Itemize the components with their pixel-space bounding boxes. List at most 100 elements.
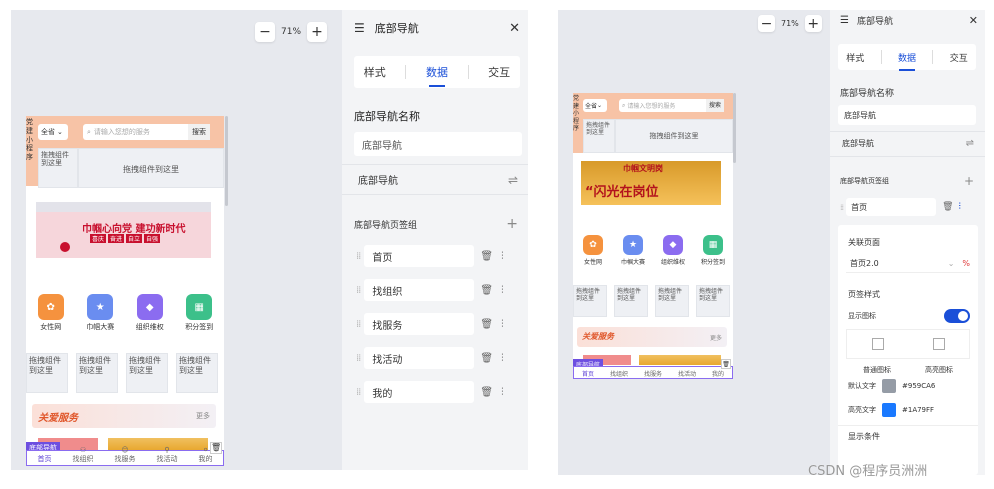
search-icon: ⌕ — [622, 101, 626, 109]
tab-item-input[interactable]: 找活动 — [364, 347, 475, 369]
tab-data[interactable]: 数据 — [426, 64, 448, 80]
tab-item-value: 找活动 — [372, 354, 403, 366]
drop-zone-cell[interactable]: 拖拽组件到这里 — [655, 285, 689, 317]
trash-icon[interactable]: 🗑 — [480, 353, 493, 364]
drop-zone-cell[interactable]: 拖拽组件到这里 — [573, 285, 607, 317]
tab-style[interactable]: 样式 — [364, 64, 386, 80]
icon-item[interactable]: ★ 巾帼大赛 — [78, 294, 123, 340]
nav-home[interactable]: 首页 — [582, 369, 594, 378]
drag-handle-icon[interactable]: ⁞⁞ — [356, 387, 361, 398]
drop-zone-right[interactable]: 拖拽组件到这里 — [78, 148, 224, 188]
drag-handle-icon[interactable]: ⁞⁞ — [356, 285, 361, 296]
icon-item[interactable]: ★ 巾帼大赛 — [614, 235, 652, 271]
nav-service[interactable]: 找服务 — [644, 369, 662, 378]
icon-item[interactable]: ◆ 组织维权 — [654, 235, 692, 271]
link-select[interactable]: 首页2.0 ⌄ % — [846, 255, 970, 273]
drop-zone-left[interactable]: 拖拽组件到这里 — [583, 119, 615, 153]
drop-zone-cell[interactable]: 拖拽组件到这里 — [696, 285, 730, 317]
drag-handle-icon[interactable]: ⁞⁞ — [356, 353, 361, 364]
swap-icon[interactable]: ⇌ — [966, 138, 974, 149]
service-title: 关爱服务 — [582, 332, 614, 341]
bottom-nav[interactable]: 首页 找组织 找服务 找活动 我的 — [573, 366, 733, 379]
percent-icon[interactable]: % — [962, 259, 970, 268]
add-icon[interactable]: + — [506, 216, 518, 232]
add-icon[interactable]: + — [964, 174, 974, 188]
city-select[interactable]: 全省 ⌄ — [38, 124, 68, 140]
tab-interaction[interactable]: 交互 — [488, 64, 510, 80]
settings-icon[interactable]: ⫶ — [501, 353, 504, 364]
drop-zone-cell[interactable]: 拖拽组件到这里 — [614, 285, 648, 317]
nav-mine[interactable]: 我的 — [712, 369, 724, 378]
tab-style[interactable]: 样式 — [846, 51, 864, 64]
drag-handle-icon[interactable]: ⁞⁞ — [356, 251, 361, 262]
active-color-swatch[interactable] — [882, 403, 896, 417]
nav-activity[interactable]: 找活动 — [678, 369, 696, 378]
icon-item[interactable]: ✿ 女性网 — [574, 235, 612, 271]
tab-item-input[interactable]: 我的 — [364, 381, 475, 403]
settings-icon[interactable]: ⫶ — [501, 319, 504, 330]
settings-icon[interactable]: ⫶ — [501, 387, 504, 398]
drop-zone-cell[interactable]: 拖拽组件到这里 — [76, 353, 118, 393]
close-icon[interactable]: ✕ — [969, 14, 978, 27]
trash-icon[interactable]: 🗑 — [942, 202, 953, 212]
drag-handle-icon[interactable]: ⁞⁞ — [356, 319, 361, 330]
drop-zone-right[interactable]: 拖拽组件到这里 — [615, 119, 733, 153]
more-link[interactable]: 更多 — [196, 411, 210, 421]
trash-icon[interactable]: 🗑 — [480, 285, 493, 296]
nav-service[interactable]: ☺ 找服务 — [115, 446, 136, 464]
drop-zone-cell[interactable]: 拖拽组件到这里 — [176, 353, 218, 393]
image-placeholder-icon[interactable] — [932, 338, 945, 350]
icon-label: 积分签到 — [700, 259, 725, 266]
tab-item-input[interactable]: 首页 — [364, 245, 475, 267]
drop-zone-cell[interactable]: 拖拽组件到这里 — [126, 353, 168, 393]
drop-zone-left[interactable]: 拖拽组件到这里 — [38, 148, 78, 188]
nav-org[interactable]: 找组织 — [610, 369, 628, 378]
zoom-in-button[interactable]: + — [804, 15, 822, 32]
settings-icon[interactable]: ⫶ — [959, 202, 961, 212]
trash-icon[interactable]: 🗑 — [210, 442, 222, 454]
tab-item-input[interactable]: 找服务 — [364, 313, 475, 335]
search-input[interactable]: ⌕ 请输入您想的服务 搜索 — [619, 99, 724, 112]
trash-icon[interactable]: 🗑 — [480, 387, 493, 398]
close-icon[interactable]: ✕ — [509, 21, 520, 36]
default-text-label: 默认文字 — [848, 382, 876, 390]
icon-item[interactable]: ✿ 女性网 — [28, 294, 73, 340]
name-input[interactable]: 底部导航 — [838, 105, 976, 125]
swap-icon[interactable]: ⇌ — [508, 173, 518, 187]
nav-org[interactable]: ⚇ 找组织 — [73, 446, 94, 464]
bottom-nav[interactable]: 首页 ⚇ 找组织 ☺ 找服务 ⚲ 找活动 ⚪ 我的 — [26, 446, 224, 466]
tab-item-input[interactable]: 首页 — [846, 198, 937, 216]
settings-icon[interactable]: ⫶ — [501, 285, 504, 296]
image-placeholder-icon[interactable] — [871, 338, 884, 350]
trash-icon[interactable]: 🗑 — [721, 359, 731, 369]
nav-activity[interactable]: ⚲ 找活动 — [157, 446, 178, 464]
search-button[interactable]: 搜索 — [705, 99, 724, 112]
settings-icon[interactable]: ⫶ — [501, 251, 504, 262]
nav-home[interactable]: 首页 — [38, 454, 52, 464]
search-input[interactable]: ⌕ 请输入您想的服务 搜索 — [83, 124, 210, 140]
icon-item[interactable]: ▦ 积分签到 — [694, 235, 732, 271]
default-color-swatch[interactable] — [882, 379, 896, 393]
tab-interaction[interactable]: 交互 — [950, 51, 968, 64]
icon-item[interactable]: ▦ 积分签到 — [177, 294, 222, 340]
scrollbar[interactable] — [733, 93, 736, 163]
search-button[interactable]: 搜索 — [188, 124, 210, 140]
drop-zone-cell[interactable]: 拖拽组件到这里 — [26, 353, 68, 393]
name-input[interactable]: 底部导航 — [354, 132, 522, 156]
banner-image: 巾帼心向党 建功新时代 喜庆 奋进 自立 自强 — [36, 202, 211, 258]
zoom-out-button[interactable]: − — [758, 15, 775, 32]
trash-icon[interactable]: 🗑 — [480, 319, 493, 330]
icon-label: 女性网 — [40, 323, 62, 331]
zoom-out-button[interactable]: − — [255, 22, 275, 42]
group-label: 底部导航页签组 — [354, 220, 418, 231]
tab-item-input[interactable]: 找组织 — [364, 279, 475, 301]
scrollbar[interactable] — [225, 116, 228, 206]
tab-data[interactable]: 数据 — [898, 51, 916, 64]
more-link[interactable]: 更多 — [710, 333, 722, 342]
zoom-in-button[interactable]: + — [307, 22, 328, 42]
city-select[interactable]: 全省 ⌄ — [583, 99, 607, 112]
drag-handle-icon[interactable]: ⁞⁞ — [840, 203, 844, 212]
trash-icon[interactable]: 🗑 — [480, 251, 493, 262]
icon-item[interactable]: ◆ 组织维权 — [127, 294, 172, 340]
show-icon-toggle[interactable] — [944, 309, 970, 323]
